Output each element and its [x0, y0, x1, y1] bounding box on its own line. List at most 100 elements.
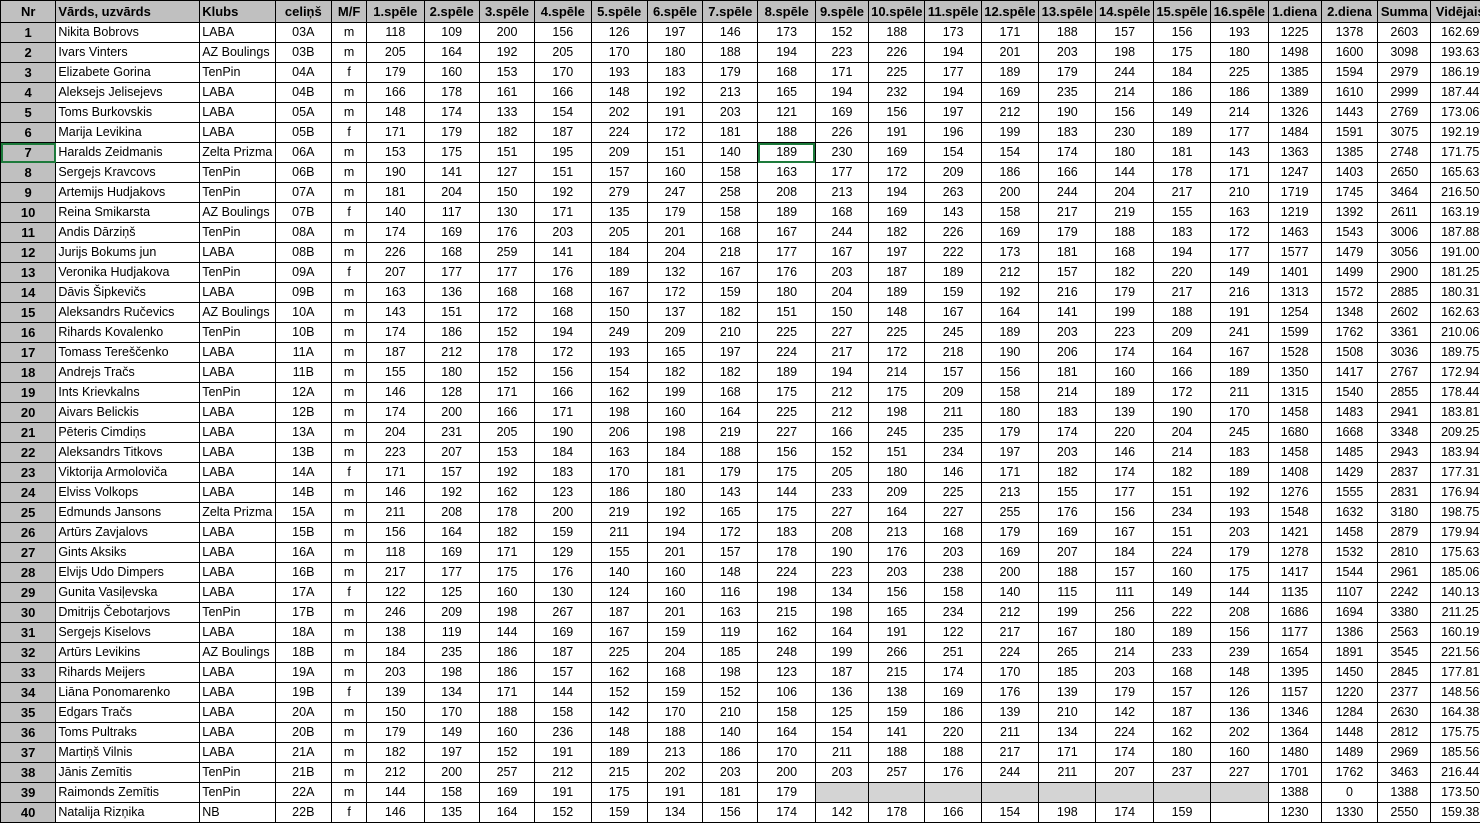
score-cell[interactable]: 182 [702, 302, 759, 323]
score-cell[interactable]: 168 [423, 242, 480, 263]
score-cell[interactable]: 215 [757, 602, 816, 623]
score-cell[interactable]: 234 [924, 442, 982, 463]
score-cell[interactable]: 1443 [1320, 102, 1379, 123]
score-cell[interactable]: 180 [1095, 142, 1154, 163]
score-cell[interactable]: 190 [366, 162, 425, 183]
score-cell[interactable]: 171 [478, 542, 536, 563]
score-cell[interactable]: 1480 [1267, 742, 1322, 763]
club-cell[interactable]: LABA [199, 522, 276, 543]
score-cell[interactable]: 1408 [1267, 462, 1322, 483]
score-cell[interactable]: 186 [980, 162, 1040, 183]
score-cell[interactable]: 166 [534, 382, 592, 403]
score-cell[interactable]: 2855 [1377, 382, 1432, 403]
score-cell[interactable]: 138 [366, 622, 425, 643]
score-cell[interactable]: 209 [924, 162, 982, 183]
score-cell[interactable]: 159 [534, 522, 592, 543]
player-name-cell[interactable]: Ints Krievkalns [55, 382, 201, 403]
score-cell[interactable]: 1278 [1267, 542, 1322, 563]
column-header[interactable]: 9.spēle [814, 0, 870, 23]
score-cell[interactable]: 139 [366, 682, 425, 703]
score-cell[interactable]: 149 [1210, 262, 1269, 283]
score-cell[interactable]: 186 [702, 742, 759, 763]
score-cell[interactable]: m [330, 562, 368, 583]
score-cell[interactable]: 152 [478, 742, 536, 763]
player-name-cell[interactable]: Natalija Rizņika [55, 802, 201, 823]
score-cell[interactable]: 219 [702, 422, 759, 443]
score-cell[interactable]: 180 [646, 482, 704, 503]
player-name-cell[interactable]: Artūrs Zavjalovs [55, 522, 201, 543]
score-cell[interactable]: f [330, 462, 368, 483]
score-cell[interactable]: 181 [702, 122, 759, 143]
score-cell[interactable]: 179 [1095, 682, 1154, 703]
score-cell[interactable]: 3098 [1377, 42, 1432, 63]
score-cell[interactable]: 189 [980, 322, 1040, 343]
player-name-cell[interactable]: Tomass Tereščenko [55, 342, 201, 363]
score-cell[interactable]: 205 [478, 422, 536, 443]
score-cell[interactable]: 2650 [1377, 162, 1432, 183]
score-cell[interactable]: 218 [924, 342, 982, 363]
score-cell[interactable]: 172 [868, 342, 926, 363]
score-cell[interactable]: m [330, 82, 368, 103]
score-cell[interactable]: 2879 [1377, 522, 1432, 543]
score-cell[interactable]: 203 [1038, 42, 1097, 63]
score-cell[interactable]: 187 [366, 342, 425, 363]
score-cell[interactable]: 166 [924, 802, 982, 823]
score-cell[interactable]: 204 [423, 182, 480, 203]
score-cell[interactable]: 171 [534, 202, 592, 223]
score-cell[interactable]: 143 [702, 482, 759, 503]
score-cell[interactable]: 2242 [1377, 582, 1432, 603]
score-cell[interactable]: 194 [757, 42, 816, 63]
score-cell[interactable]: 232 [868, 82, 926, 103]
score-cell[interactable]: 159 [924, 282, 982, 303]
column-header[interactable]: 16.spēle [1210, 0, 1269, 23]
score-cell[interactable]: 2630 [1377, 702, 1432, 723]
score-cell[interactable]: 188 [868, 22, 926, 43]
club-cell[interactable]: LABA [199, 282, 276, 303]
score-cell[interactable]: 203 [868, 562, 926, 583]
score-cell[interactable]: 175 [423, 142, 480, 163]
score-cell[interactable]: 224 [1152, 542, 1212, 563]
column-header[interactable]: 4.spēle [534, 0, 592, 23]
row-number-cell[interactable]: 6 [0, 122, 57, 143]
score-cell[interactable]: 188 [868, 742, 926, 763]
score-cell[interactable]: 140 [702, 722, 759, 743]
row-number-cell[interactable]: 33 [0, 662, 57, 683]
score-cell[interactable]: 263 [924, 182, 982, 203]
score-cell[interactable]: 1489 [1320, 742, 1379, 763]
score-cell[interactable]: 171 [980, 462, 1040, 483]
score-cell[interactable]: 1572 [1320, 282, 1379, 303]
player-name-cell[interactable]: Artūrs Levikins [55, 642, 201, 663]
score-cell[interactable]: 163 [757, 162, 816, 183]
club-cell[interactable]: LABA [199, 22, 276, 43]
score-cell[interactable]: 225 [924, 482, 982, 503]
score-cell[interactable]: 225 [868, 62, 926, 83]
score-cell[interactable]: 1544 [1320, 562, 1379, 583]
score-cell[interactable]: 184 [534, 442, 592, 463]
club-cell[interactable]: LABA [199, 82, 276, 103]
score-cell[interactable]: 244 [1095, 62, 1154, 83]
score-cell[interactable]: 146 [1095, 442, 1154, 463]
column-header[interactable]: 3.spēle [478, 0, 536, 23]
score-cell[interactable]: 170 [590, 42, 648, 63]
score-cell[interactable]: 210 [702, 702, 759, 723]
player-name-cell[interactable]: Andrejs Tračs [55, 362, 201, 383]
score-cell[interactable]: 178 [868, 802, 926, 823]
score-cell[interactable]: 162.63 [1430, 302, 1480, 323]
score-cell[interactable]: 194 [1152, 242, 1212, 263]
score-cell[interactable]: 173 [980, 242, 1040, 263]
score-cell[interactable]: 160 [646, 162, 704, 183]
score-cell[interactable]: 244 [814, 222, 870, 243]
row-number-cell[interactable]: 17 [0, 342, 57, 363]
score-cell[interactable]: 169 [423, 222, 480, 243]
score-cell[interactable]: 255 [980, 502, 1040, 523]
score-cell[interactable]: 225 [757, 322, 816, 343]
score-cell[interactable]: 156 [868, 582, 926, 603]
score-cell[interactable]: 154 [980, 802, 1040, 823]
score-cell[interactable]: 164 [423, 522, 480, 543]
score-cell[interactable]: 139 [1095, 402, 1154, 423]
score-cell[interactable]: 188 [924, 742, 982, 763]
score-cell[interactable]: 162 [590, 382, 648, 403]
score-cell[interactable]: 167 [590, 282, 648, 303]
player-name-cell[interactable]: Viktorija Armolovičа [55, 462, 201, 483]
score-cell[interactable]: 152 [478, 322, 536, 343]
